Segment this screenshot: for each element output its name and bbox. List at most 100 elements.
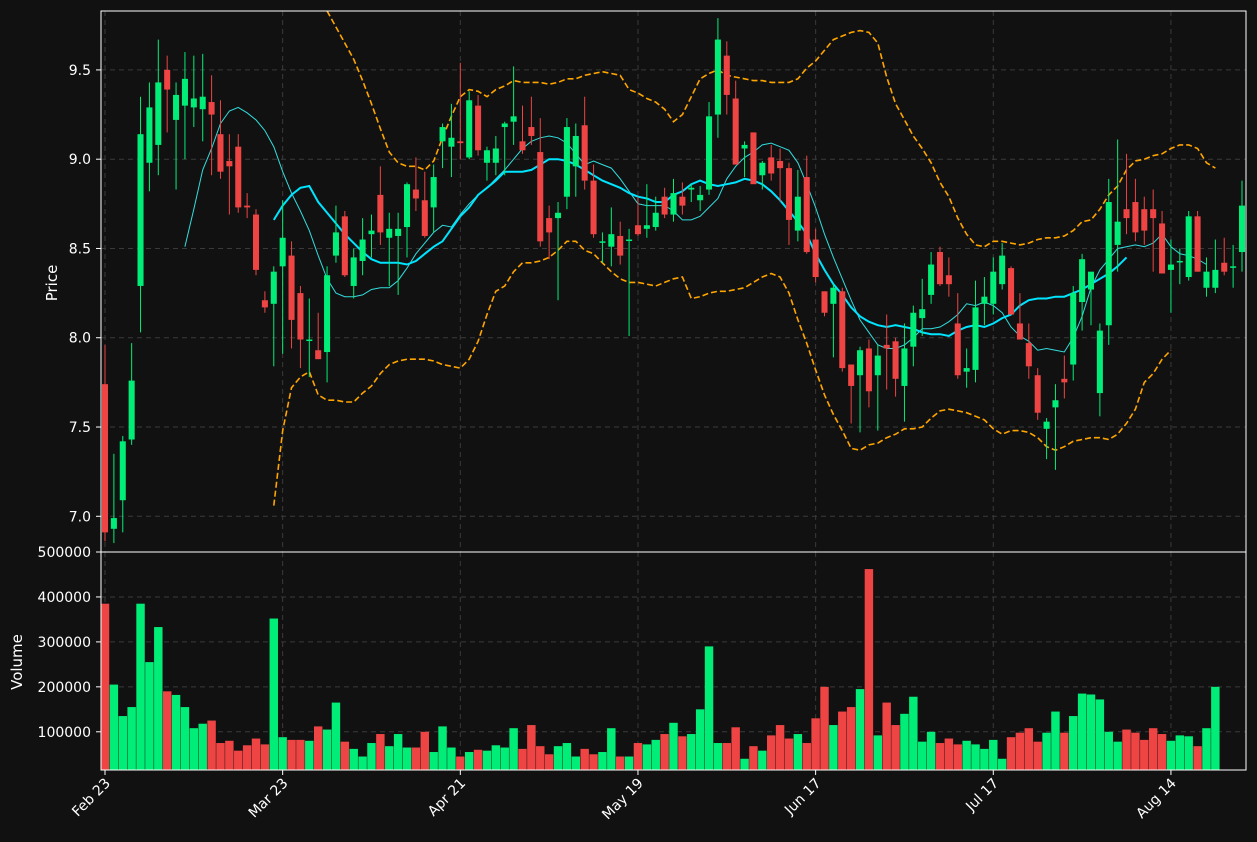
volume-bar bbox=[687, 734, 696, 770]
candle-body bbox=[706, 116, 713, 190]
volume-bar bbox=[331, 702, 341, 770]
candle-body bbox=[235, 146, 242, 208]
candle-body bbox=[794, 196, 801, 231]
volume-bar bbox=[989, 739, 998, 770]
candle-body bbox=[457, 141, 464, 144]
price-tick-label: 9.0 bbox=[69, 152, 91, 168]
volume-bar bbox=[1211, 686, 1220, 770]
volume-bar bbox=[154, 627, 163, 770]
volume-bar bbox=[136, 603, 145, 770]
volume-bar bbox=[1175, 735, 1185, 770]
volume-bar bbox=[1051, 711, 1060, 770]
volume-bar bbox=[1131, 732, 1140, 770]
volume-bar bbox=[393, 734, 403, 770]
volume-bar bbox=[500, 747, 509, 770]
candle-body bbox=[181, 78, 188, 106]
candle-body bbox=[306, 339, 313, 342]
volume-bar bbox=[411, 747, 421, 770]
candle-body bbox=[270, 271, 277, 304]
volume-bar bbox=[367, 743, 376, 770]
volume-bar bbox=[802, 743, 811, 770]
candle-body bbox=[1176, 260, 1183, 263]
candle-body bbox=[972, 307, 979, 370]
volume-bar bbox=[118, 716, 127, 770]
volume-bar bbox=[971, 744, 980, 770]
candle-body bbox=[1194, 216, 1201, 272]
candle-body bbox=[341, 216, 348, 276]
candle-body bbox=[110, 518, 117, 529]
candle-body bbox=[661, 196, 668, 215]
candle-body bbox=[874, 355, 881, 376]
volume-bar bbox=[944, 738, 954, 770]
volume-bar bbox=[1095, 699, 1105, 770]
volume-bar bbox=[536, 746, 545, 770]
volume-bar bbox=[1113, 741, 1122, 770]
volume-bar bbox=[846, 707, 856, 770]
candle-body bbox=[857, 350, 864, 376]
x-tick-label: Apr 21 bbox=[425, 776, 469, 820]
candle-body bbox=[1052, 400, 1059, 408]
volume-tick-label: 200000 bbox=[38, 680, 91, 696]
stock-chart: 7.0 7.5 8.0 8.5 9.0 9.5 100000 200000 300000 400… bbox=[8, 10, 1247, 823]
candle-body bbox=[723, 55, 730, 95]
volume-bar bbox=[1033, 741, 1042, 770]
volume-bar bbox=[1184, 736, 1193, 770]
volume-bar bbox=[633, 743, 643, 770]
candle-body bbox=[555, 212, 562, 219]
volume-bar bbox=[562, 743, 572, 770]
candle-body bbox=[537, 152, 544, 242]
candle-body bbox=[1141, 209, 1148, 231]
candle-body bbox=[981, 296, 988, 304]
volume-bar bbox=[171, 694, 181, 770]
volume-bar bbox=[1069, 716, 1078, 770]
candle-body bbox=[164, 69, 171, 90]
candle-body bbox=[466, 100, 473, 158]
candle-body bbox=[1096, 330, 1103, 394]
volume-bar bbox=[313, 726, 323, 770]
volume-bar bbox=[980, 748, 989, 770]
volume-tick-label: 300000 bbox=[38, 635, 91, 651]
volume-bar bbox=[1060, 732, 1069, 770]
volume-bar bbox=[1104, 731, 1113, 770]
candle-body bbox=[963, 368, 970, 372]
candle-body bbox=[803, 177, 810, 253]
volume-bar bbox=[953, 744, 962, 770]
candle-body bbox=[483, 150, 490, 163]
price-y-axis: 7.0 7.5 8.0 8.5 9.0 9.5 bbox=[69, 63, 101, 525]
candle-body bbox=[777, 160, 784, 169]
volume-bar bbox=[225, 740, 234, 770]
candle-body bbox=[403, 184, 411, 228]
candle-body bbox=[1025, 343, 1032, 367]
volume-bar bbox=[829, 725, 838, 770]
volume-bar bbox=[749, 746, 758, 770]
volume-bar bbox=[660, 734, 669, 770]
volume-bar bbox=[242, 745, 252, 770]
candle-body bbox=[954, 323, 961, 376]
volume-bar bbox=[207, 720, 216, 770]
candle-body bbox=[1079, 259, 1086, 303]
candle-body bbox=[146, 107, 153, 163]
volume-bar bbox=[758, 750, 767, 770]
candle-body bbox=[1043, 421, 1050, 429]
candle-body bbox=[155, 82, 162, 145]
candle-body bbox=[670, 193, 677, 215]
candle-body bbox=[697, 194, 704, 201]
candle-body bbox=[190, 98, 197, 108]
candle-body bbox=[1185, 216, 1192, 278]
candle-body bbox=[430, 177, 437, 208]
volume-tick-label: 500000 bbox=[38, 545, 91, 561]
volume-bar bbox=[678, 736, 687, 770]
volume-bar bbox=[882, 702, 891, 770]
candle-body bbox=[1070, 293, 1077, 365]
x-tick-label: Jul 17 bbox=[962, 776, 1002, 816]
volume-bar bbox=[731, 727, 740, 770]
candle-body bbox=[1203, 271, 1210, 288]
volume-bar bbox=[775, 725, 785, 770]
volume-bar bbox=[340, 741, 350, 770]
candle-body bbox=[217, 134, 224, 172]
volume-bar bbox=[216, 743, 225, 770]
volume-bar bbox=[793, 734, 803, 770]
candle-body bbox=[750, 132, 757, 185]
volume-bar bbox=[1157, 734, 1167, 770]
volume-bar bbox=[571, 756, 581, 770]
